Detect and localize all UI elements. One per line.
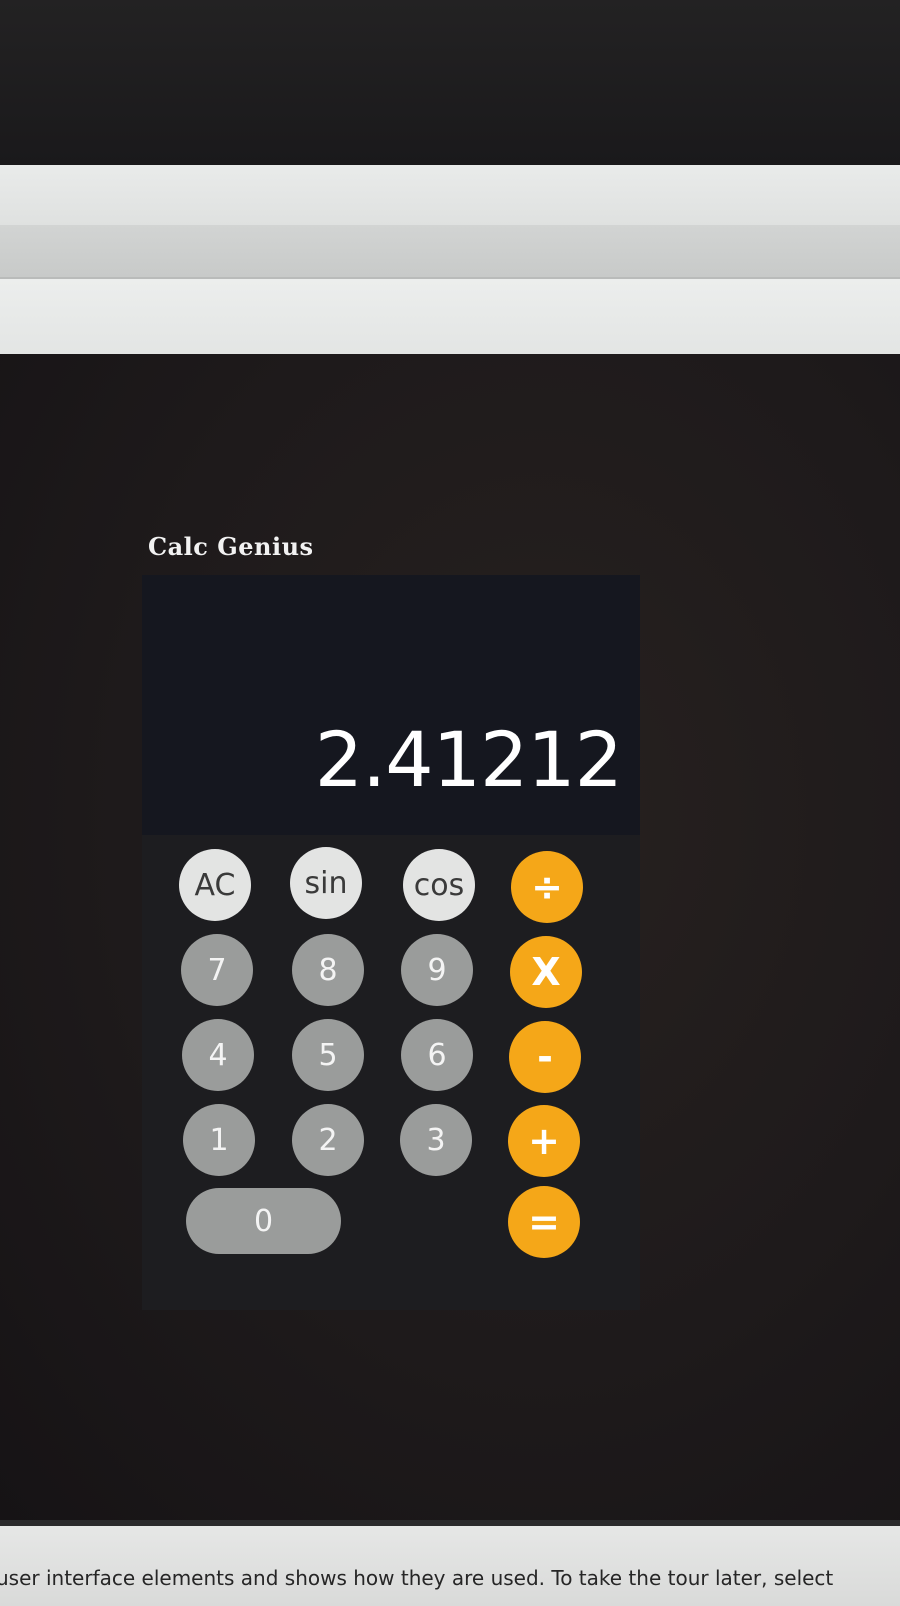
browser-toolbar <box>0 165 900 225</box>
two-button[interactable]: 2 <box>292 1104 364 1176</box>
zero-button[interactable]: 0 <box>186 1188 341 1254</box>
seven-button[interactable]: 7 <box>181 934 253 1006</box>
monitor-bezel <box>0 0 900 165</box>
eight-button[interactable]: 8 <box>292 934 364 1006</box>
tour-banner-text: user interface elements and shows how th… <box>0 1566 834 1590</box>
keypad: AC sin cos ÷ 7 8 9 X 4 5 6 - 1 2 3 + 0 = <box>142 835 640 1310</box>
one-button[interactable]: 1 <box>183 1104 255 1176</box>
five-button[interactable]: 5 <box>292 1019 364 1091</box>
display-value: 2.41212 <box>314 715 623 804</box>
plus-button[interactable]: + <box>508 1105 580 1177</box>
six-button[interactable]: 6 <box>401 1019 473 1091</box>
app-title: Calc Genius <box>148 532 314 561</box>
sin-button[interactable]: sin <box>290 847 362 919</box>
four-button[interactable]: 4 <box>182 1019 254 1091</box>
minus-button[interactable]: - <box>509 1021 581 1093</box>
tour-banner: user interface elements and shows how th… <box>0 1520 900 1606</box>
calculator: 2.41212 AC sin cos ÷ 7 8 9 X 4 5 6 - 1 2… <box>142 575 640 1310</box>
nine-button[interactable]: 9 <box>401 934 473 1006</box>
browser-tab-strip <box>0 225 900 279</box>
cos-button[interactable]: cos <box>403 849 475 921</box>
equals-button[interactable]: = <box>508 1186 580 1258</box>
ac-button[interactable]: AC <box>179 849 251 921</box>
display-area: 2.41212 <box>142 575 640 835</box>
divide-button[interactable]: ÷ <box>511 851 583 923</box>
browser-address-area <box>0 279 900 354</box>
three-button[interactable]: 3 <box>400 1104 472 1176</box>
multiply-button[interactable]: X <box>510 936 582 1008</box>
